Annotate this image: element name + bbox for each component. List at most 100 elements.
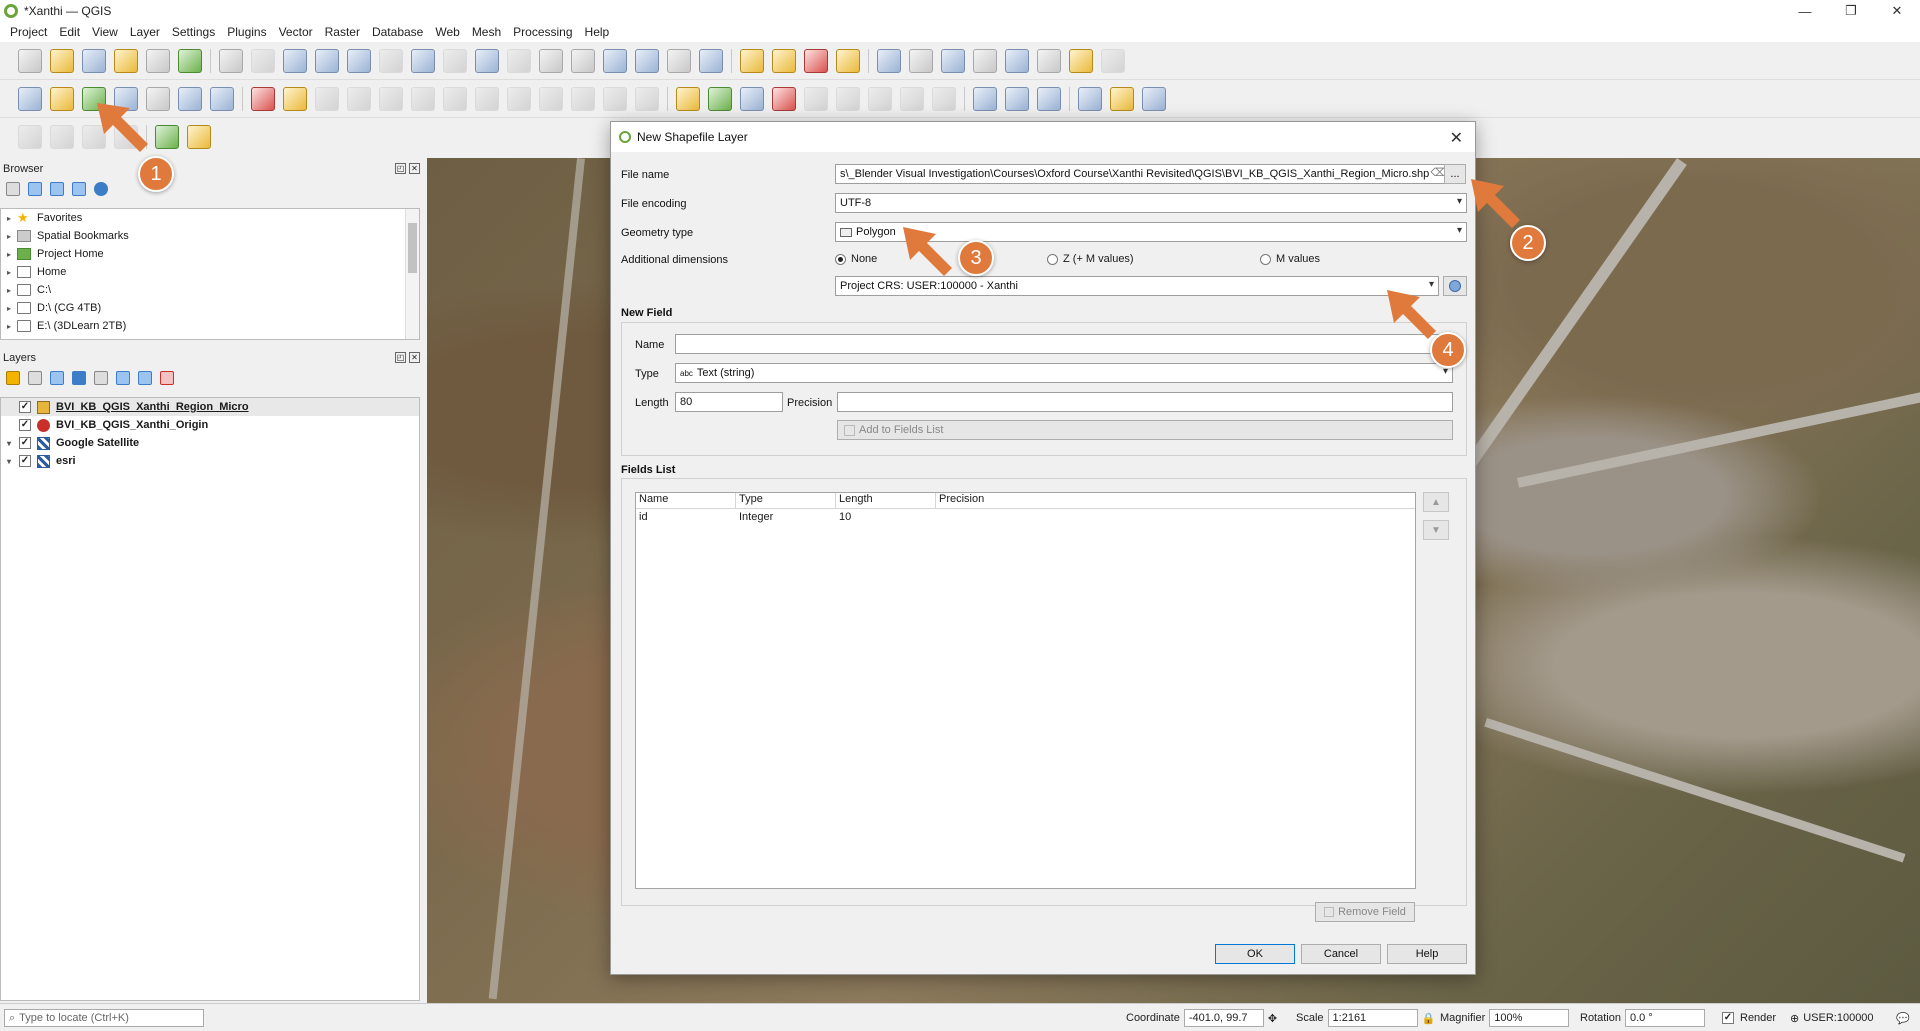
toggle-display-labels-icon[interactable] [772, 86, 796, 111]
menu-plugins[interactable]: Plugins [221, 25, 272, 39]
dimensions-m-radio[interactable]: M values [1260, 253, 1320, 265]
menu-help[interactable]: Help [579, 25, 616, 39]
menu-vector[interactable]: Vector [273, 25, 319, 39]
measure-line-icon[interactable] [1037, 48, 1061, 73]
undo-icon[interactable] [603, 86, 627, 111]
delete-selected-icon[interactable] [475, 86, 499, 111]
float-panel-icon[interactable]: ◰ [395, 352, 406, 363]
layer-diagram-icon[interactable] [708, 86, 732, 111]
layer-item-origin[interactable]: ✓ BVI_KB_QGIS_Xanthi_Origin [1, 416, 419, 434]
identify-features-icon[interactable] [877, 48, 901, 73]
remove-layer-icon[interactable] [160, 371, 174, 385]
layer-item-esri[interactable]: ▾ ✓ esri [1, 452, 419, 470]
regular-polygon-icon[interactable] [114, 125, 138, 149]
file-name-input[interactable]: s\_Blender Visual Investigation\Courses\… [835, 164, 1451, 184]
redo-icon[interactable] [635, 86, 659, 111]
copy-features-icon[interactable] [539, 86, 563, 111]
add-wms-layer-icon[interactable] [973, 86, 997, 111]
lock-scale-icon[interactable]: 🔒 [1422, 1012, 1436, 1025]
save-edits-icon[interactable] [315, 86, 339, 111]
expand-all-icon[interactable] [116, 371, 130, 385]
move-field-down-button[interactable]: ▼ [1423, 520, 1449, 540]
browser-scrollbar[interactable] [405, 209, 419, 339]
zoom-native-icon[interactable] [443, 48, 467, 73]
help-contents-icon[interactable] [1142, 86, 1166, 111]
file-encoding-select[interactable]: UTF-8 [835, 193, 1467, 213]
refresh-icon[interactable] [699, 48, 723, 73]
filter-by-expression-icon[interactable] [94, 371, 108, 385]
highlight-pinned-labels-icon[interactable] [740, 86, 764, 111]
browser-item-e-drive[interactable]: ▸ E:\ (3DLearn 2TB) [1, 317, 419, 335]
data-source-manager-icon[interactable] [18, 86, 42, 111]
browse-file-button[interactable]: ... [1444, 164, 1466, 184]
browser-tree[interactable]: ▸ ★ Favorites ▸ Spatial Bookmarks ▸ Project … [0, 208, 420, 340]
rotate-label-icon[interactable] [900, 86, 924, 111]
menu-raster[interactable]: Raster [319, 25, 366, 39]
statistical-summary-icon[interactable] [973, 48, 997, 73]
dimensions-none-radio[interactable]: None [835, 253, 877, 265]
refresh-icon[interactable] [28, 182, 42, 196]
shape-digitize-icon[interactable] [18, 125, 42, 149]
pin-labels-icon[interactable] [804, 86, 828, 111]
help-button[interactable]: Help [1387, 944, 1467, 964]
field-precision-input[interactable] [837, 392, 1453, 412]
layers-tree[interactable]: ✓ BVI_KB_QGIS_Xanthi_Region_Micro ✓ BVI_KB… [0, 397, 420, 1001]
field-length-input[interactable]: 80 [675, 392, 783, 412]
maximize-button[interactable]: ❐ [1828, 0, 1874, 22]
locator-options-icon[interactable] [1101, 48, 1125, 73]
filter-legend-icon[interactable] [72, 371, 86, 385]
zoom-next-icon[interactable] [507, 48, 531, 73]
ok-button[interactable]: OK [1215, 944, 1295, 964]
manage-map-themes-icon[interactable] [50, 371, 64, 385]
paste-features-icon[interactable] [571, 86, 595, 111]
quickmapservices-icon[interactable] [155, 125, 179, 149]
rectangle-digitize-icon[interactable] [82, 125, 106, 149]
crs-select[interactable]: Project CRS: USER:100000 - Xanthi [835, 276, 1439, 296]
render-checkbox[interactable]: ✓ [1722, 1012, 1734, 1024]
column-header-type[interactable]: Type [736, 493, 836, 508]
dimensions-z-radio[interactable]: Z (+ M values) [1047, 253, 1134, 265]
cut-features-icon[interactable] [507, 86, 531, 111]
info-icon[interactable] [94, 182, 108, 196]
georeferencer-icon[interactable] [187, 125, 211, 149]
menu-web[interactable]: Web [429, 25, 465, 39]
close-panel-icon[interactable]: ✕ [409, 352, 420, 363]
minimize-button[interactable]: — [1782, 0, 1828, 22]
processing-toolbox-icon[interactable] [941, 48, 965, 73]
pan-to-selection-icon[interactable] [251, 48, 275, 73]
vertex-tool-icon[interactable] [411, 86, 435, 111]
python-console-icon[interactable] [1078, 86, 1102, 111]
add-selected-layers-icon[interactable] [6, 182, 20, 196]
layer-visibility-checkbox[interactable]: ✓ [19, 437, 31, 449]
move-label-icon[interactable] [868, 86, 892, 111]
menu-mesh[interactable]: Mesh [466, 25, 507, 39]
column-header-precision[interactable]: Precision [936, 493, 1415, 508]
layer-visibility-checkbox[interactable]: ✓ [19, 401, 31, 413]
close-window-button[interactable]: ✕ [1874, 0, 1920, 22]
layer-styling-icon[interactable] [6, 371, 20, 385]
select-by-value-icon[interactable] [772, 48, 796, 73]
browser-item-d-drive[interactable]: ▸ D:\ (CG 4TB) [1, 299, 419, 317]
deselect-features-icon[interactable] [804, 48, 828, 73]
magnifier-input[interactable]: 100% [1489, 1009, 1570, 1027]
menu-database[interactable]: Database [366, 25, 429, 39]
new-map-view-icon[interactable] [539, 48, 563, 73]
close-panel-icon[interactable]: ✕ [409, 163, 420, 174]
plugin-icon[interactable] [1110, 86, 1134, 111]
new-temporary-layer-icon[interactable] [146, 86, 170, 111]
toggle-editing-icon[interactable] [283, 86, 307, 111]
float-panel-icon[interactable]: ◰ [395, 163, 406, 174]
new-geopackage-layer-icon[interactable] [50, 86, 74, 111]
temporal-controller-icon[interactable] [667, 48, 691, 73]
save-project-icon[interactable] [82, 48, 106, 73]
menu-processing[interactable]: Processing [507, 25, 578, 39]
add-group-icon[interactable] [28, 371, 42, 385]
menu-settings[interactable]: Settings [166, 25, 221, 39]
messages-icon[interactable]: 💬 [1896, 1004, 1910, 1031]
add-to-fields-list-button[interactable]: Add to Fields List [837, 420, 1453, 440]
menu-layer[interactable]: Layer [124, 25, 166, 39]
move-field-up-button[interactable]: ▲ [1423, 492, 1449, 512]
layer-item-region-micro[interactable]: ✓ BVI_KB_QGIS_Xanthi_Region_Micro [1, 398, 419, 416]
zoom-last-icon[interactable] [475, 48, 499, 73]
menu-project[interactable]: Project [4, 25, 53, 39]
